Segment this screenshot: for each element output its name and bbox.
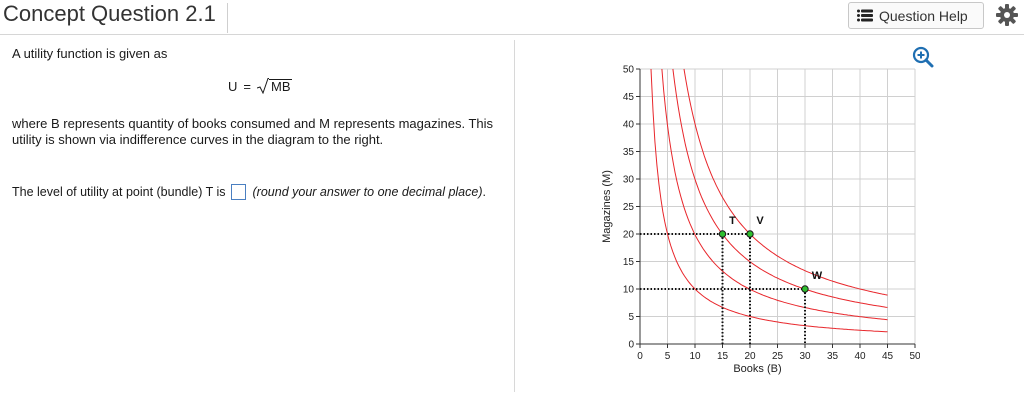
y-tick-label: 25 — [623, 202, 635, 213]
y-tick-label: 50 — [623, 65, 635, 76]
question-help-label: Question Help — [879, 7, 968, 24]
question-intro: A utility function is given as — [12, 46, 168, 61]
square-root: MB — [256, 78, 293, 94]
x-tick-label: 25 — [772, 351, 784, 362]
y-tick-label: 5 — [628, 312, 634, 323]
x-tick-label: 35 — [827, 351, 839, 362]
point-w — [801, 285, 809, 293]
y-tick-label: 0 — [628, 340, 634, 351]
question-help-button[interactable]: Question Help — [848, 2, 984, 29]
prompt-hint: (round your answer to one decimal place) — [252, 185, 483, 199]
question-description: where B represents quantity of books con… — [12, 116, 494, 147]
x-tick-label: 45 — [882, 351, 894, 362]
equation-radicand: MB — [268, 79, 293, 94]
x-tick-label: 5 — [665, 351, 671, 362]
point-v — [746, 230, 754, 238]
equation-equals: = — [243, 78, 251, 94]
header-bar: Concept Question 2.1 Question Help — [0, 0, 1024, 35]
point-label: W — [812, 270, 823, 282]
indifference-curve-chart: 0 5 10 15 20 25 30 35 40 45 50 0 5 10 15 20 25 30 35 40 45 50… — [601, 65, 920, 376]
question-content: A utility function is given as U = MB wh… — [0, 36, 1024, 403]
x-tick-label: 10 — [689, 351, 701, 362]
x-tick-label: 50 — [909, 351, 920, 362]
prompt-end: . — [482, 185, 486, 199]
utility-equation: U = MB — [228, 78, 293, 94]
question-prompt: The level of utility at point (bundle) T… — [12, 183, 512, 201]
y-tick-label: 40 — [623, 120, 635, 131]
gear-icon[interactable] — [995, 3, 1019, 27]
page-title: Concept Question 2.1 — [3, 1, 216, 26]
radical-sign-icon — [256, 78, 269, 94]
list-icon — [857, 9, 873, 22]
point-label: V — [756, 215, 764, 227]
point-t — [718, 230, 727, 238]
point-label: T — [729, 215, 736, 227]
indifference-curve — [661, 68, 888, 321]
x-tick-label: 15 — [717, 351, 729, 362]
y-tick-label: 30 — [623, 175, 635, 186]
panel-divider — [514, 40, 515, 392]
y-tick-label: 35 — [623, 147, 635, 158]
x-tick-label: 40 — [854, 351, 866, 362]
prompt-text: The level of utility at point (bundle) T… — [12, 185, 226, 199]
x-axis-label: Books (B) — [733, 363, 781, 375]
y-tick-label: 10 — [623, 285, 635, 296]
x-tick-label: 30 — [799, 351, 811, 362]
y-axis-label: Magazines (M) — [601, 170, 613, 243]
y-tick-label: 20 — [623, 230, 635, 241]
x-tick-label: 20 — [744, 351, 756, 362]
indifference-curve — [672, 68, 888, 308]
x-tick-label: 0 — [637, 351, 643, 362]
y-tick-label: 15 — [623, 257, 635, 268]
y-tick-label: 45 — [623, 92, 635, 103]
answer-input[interactable] — [231, 184, 247, 200]
title-divider — [227, 3, 228, 33]
equation-lhs: U — [228, 78, 238, 94]
indifference-curve — [650, 68, 888, 333]
